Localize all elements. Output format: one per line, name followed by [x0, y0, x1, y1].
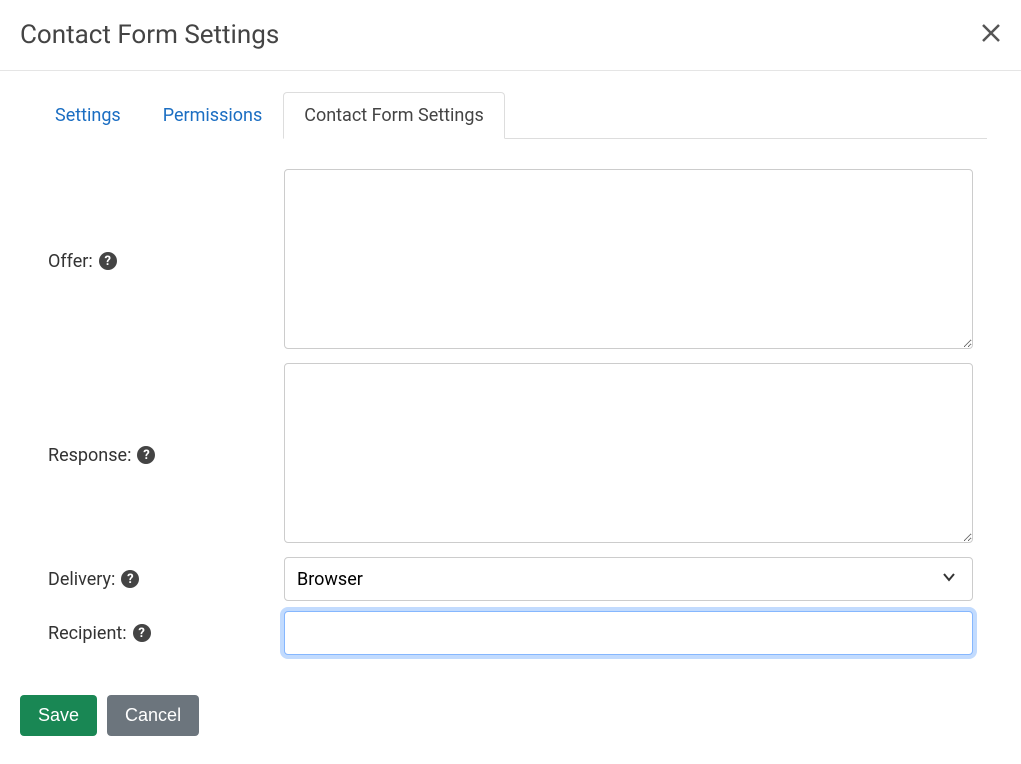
- recipient-input-col: [284, 611, 973, 655]
- help-icon[interactable]: ?: [133, 624, 151, 642]
- recipient-label: Recipient:: [48, 623, 127, 644]
- help-icon[interactable]: ?: [137, 446, 155, 464]
- button-row: Save Cancel: [0, 665, 1021, 736]
- cancel-button[interactable]: Cancel: [107, 695, 199, 736]
- response-input-col: [284, 363, 973, 547]
- tabs: Settings Permissions Contact Form Settin…: [34, 91, 987, 139]
- recipient-row: Recipient: ?: [48, 611, 973, 655]
- response-textarea[interactable]: [284, 363, 973, 543]
- response-label: Response:: [48, 445, 131, 466]
- save-button[interactable]: Save: [20, 695, 97, 736]
- delivery-input-col: Browser: [284, 557, 973, 601]
- offer-label: Offer:: [48, 251, 93, 272]
- help-icon[interactable]: ?: [99, 252, 117, 270]
- offer-label-col: Offer: ?: [48, 251, 284, 272]
- delivery-label: Delivery:: [48, 569, 115, 590]
- delivery-row: Delivery: ? Browser: [48, 557, 973, 601]
- tab-settings[interactable]: Settings: [34, 92, 142, 139]
- close-icon: [981, 22, 1001, 49]
- offer-input-col: [284, 169, 973, 353]
- tab-permissions[interactable]: Permissions: [142, 92, 284, 139]
- offer-row: Offer: ?: [48, 169, 973, 353]
- recipient-label-col: Recipient: ?: [48, 623, 284, 644]
- response-label-col: Response: ?: [48, 445, 284, 466]
- delivery-label-col: Delivery: ?: [48, 569, 284, 590]
- modal-header: Contact Form Settings: [0, 0, 1021, 71]
- help-icon[interactable]: ?: [121, 570, 139, 588]
- response-row: Response: ?: [48, 363, 973, 547]
- delivery-select[interactable]: Browser: [284, 557, 973, 601]
- form-area: Offer: ? Response: ? Delivery: ? Browser: [0, 139, 1021, 655]
- tab-contact-form-settings[interactable]: Contact Form Settings: [283, 92, 504, 139]
- close-button[interactable]: [981, 23, 1001, 48]
- offer-textarea[interactable]: [284, 169, 973, 349]
- modal-title: Contact Form Settings: [20, 20, 279, 50]
- recipient-input[interactable]: [284, 611, 973, 655]
